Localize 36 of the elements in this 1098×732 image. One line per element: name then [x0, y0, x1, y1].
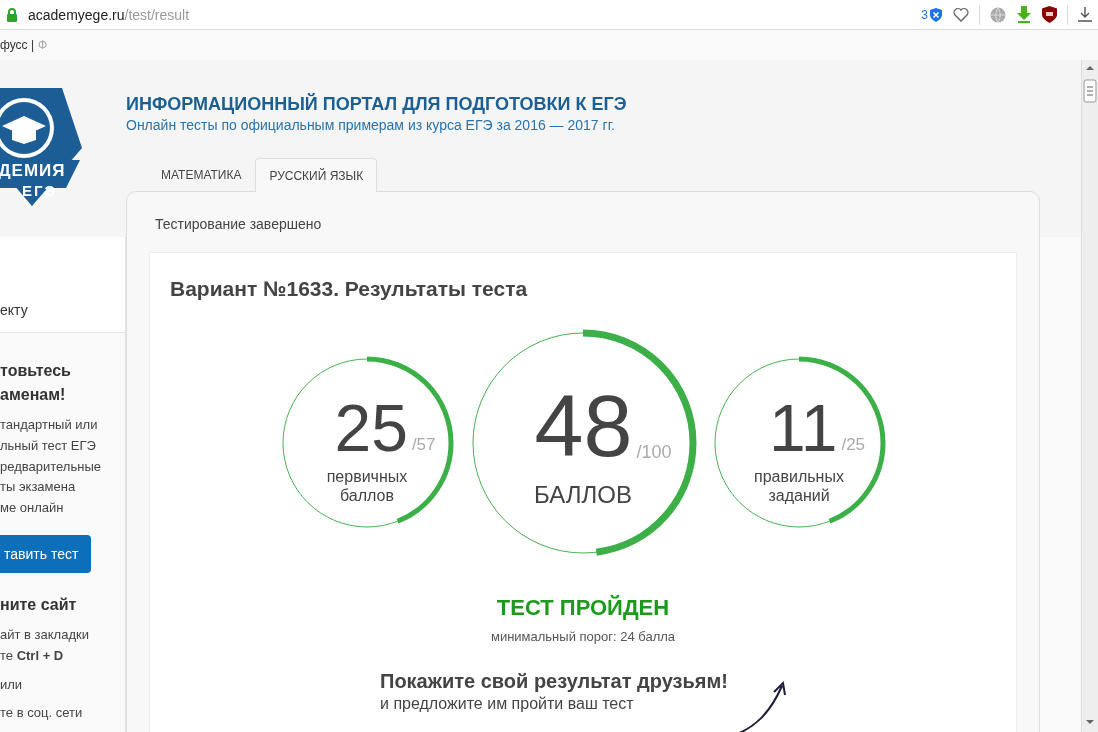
download-arrow-icon[interactable]: [1016, 6, 1032, 23]
status-text: Тестирование завершено: [155, 216, 323, 232]
or-text: или: [0, 675, 24, 694]
save-heading: ните сайт: [0, 595, 78, 615]
subject-tab[interactable]: РУССКИЙ ЯЗЫК: [255, 158, 378, 192]
social-share-text: те в соц. сети: [0, 704, 84, 723]
threshold-text: минимальный порог: 24 балла: [489, 629, 677, 644]
tracker-badge[interactable]: 3: [921, 6, 943, 23]
score-max: /57: [411, 434, 436, 455]
download-icon[interactable]: [1078, 7, 1092, 22]
promo-text: тандартный или льный тест ЕГЭ редварительные ты экзамена ме онлайн: [0, 416, 102, 518]
bookmark-hint: айт в закладки те Ctrl + D: [0, 626, 90, 665]
start-test-button[interactable]: тавить тест: [0, 535, 92, 573]
scrollbar[interactable]: [1081, 60, 1098, 732]
site-subtitle: Онлайн тесты по официальным примерам из курса ЕГЭ за 2016 — 2017 гг.: [126, 117, 616, 133]
results-title: Вариант №1633. Результаты теста: [170, 277, 529, 301]
score-value: 11: [768, 399, 838, 459]
score-max: /25: [841, 434, 866, 455]
bookmark[interactable]: фусс |: [0, 38, 35, 52]
score-max: /100: [636, 442, 672, 464]
heart-icon[interactable]: [953, 7, 969, 22]
score-value: 25: [334, 399, 408, 459]
score-value: 48: [534, 386, 633, 466]
shield-icon[interactable]: [1042, 6, 1057, 23]
share-heading: Покажите свой результат друзьям!: [380, 670, 729, 693]
promo-heading: товьтесь аменам!: [0, 361, 72, 405]
result-status: ТЕСТ ПРОЙДЕН: [495, 595, 671, 621]
score-label: правильных заданий: [754, 466, 844, 505]
subject-tab[interactable]: МАТЕМАТИКА: [126, 157, 256, 191]
sidebar-link[interactable]: екту: [0, 302, 28, 318]
site-title: ИНФОРМАЦИОННЫЙ ПОРТАЛ ДЛЯ ПОДГОТОВКИ К ЕГЭ: [126, 94, 628, 115]
score-label: первичных баллов: [326, 466, 408, 505]
address-field[interactable]: academyege.ru/test/result: [28, 6, 912, 23]
share-text: и предложите им пройти ваш тест: [380, 695, 635, 713]
lock-icon: [6, 7, 18, 22]
score-label: БАЛЛОВ: [534, 481, 632, 510]
